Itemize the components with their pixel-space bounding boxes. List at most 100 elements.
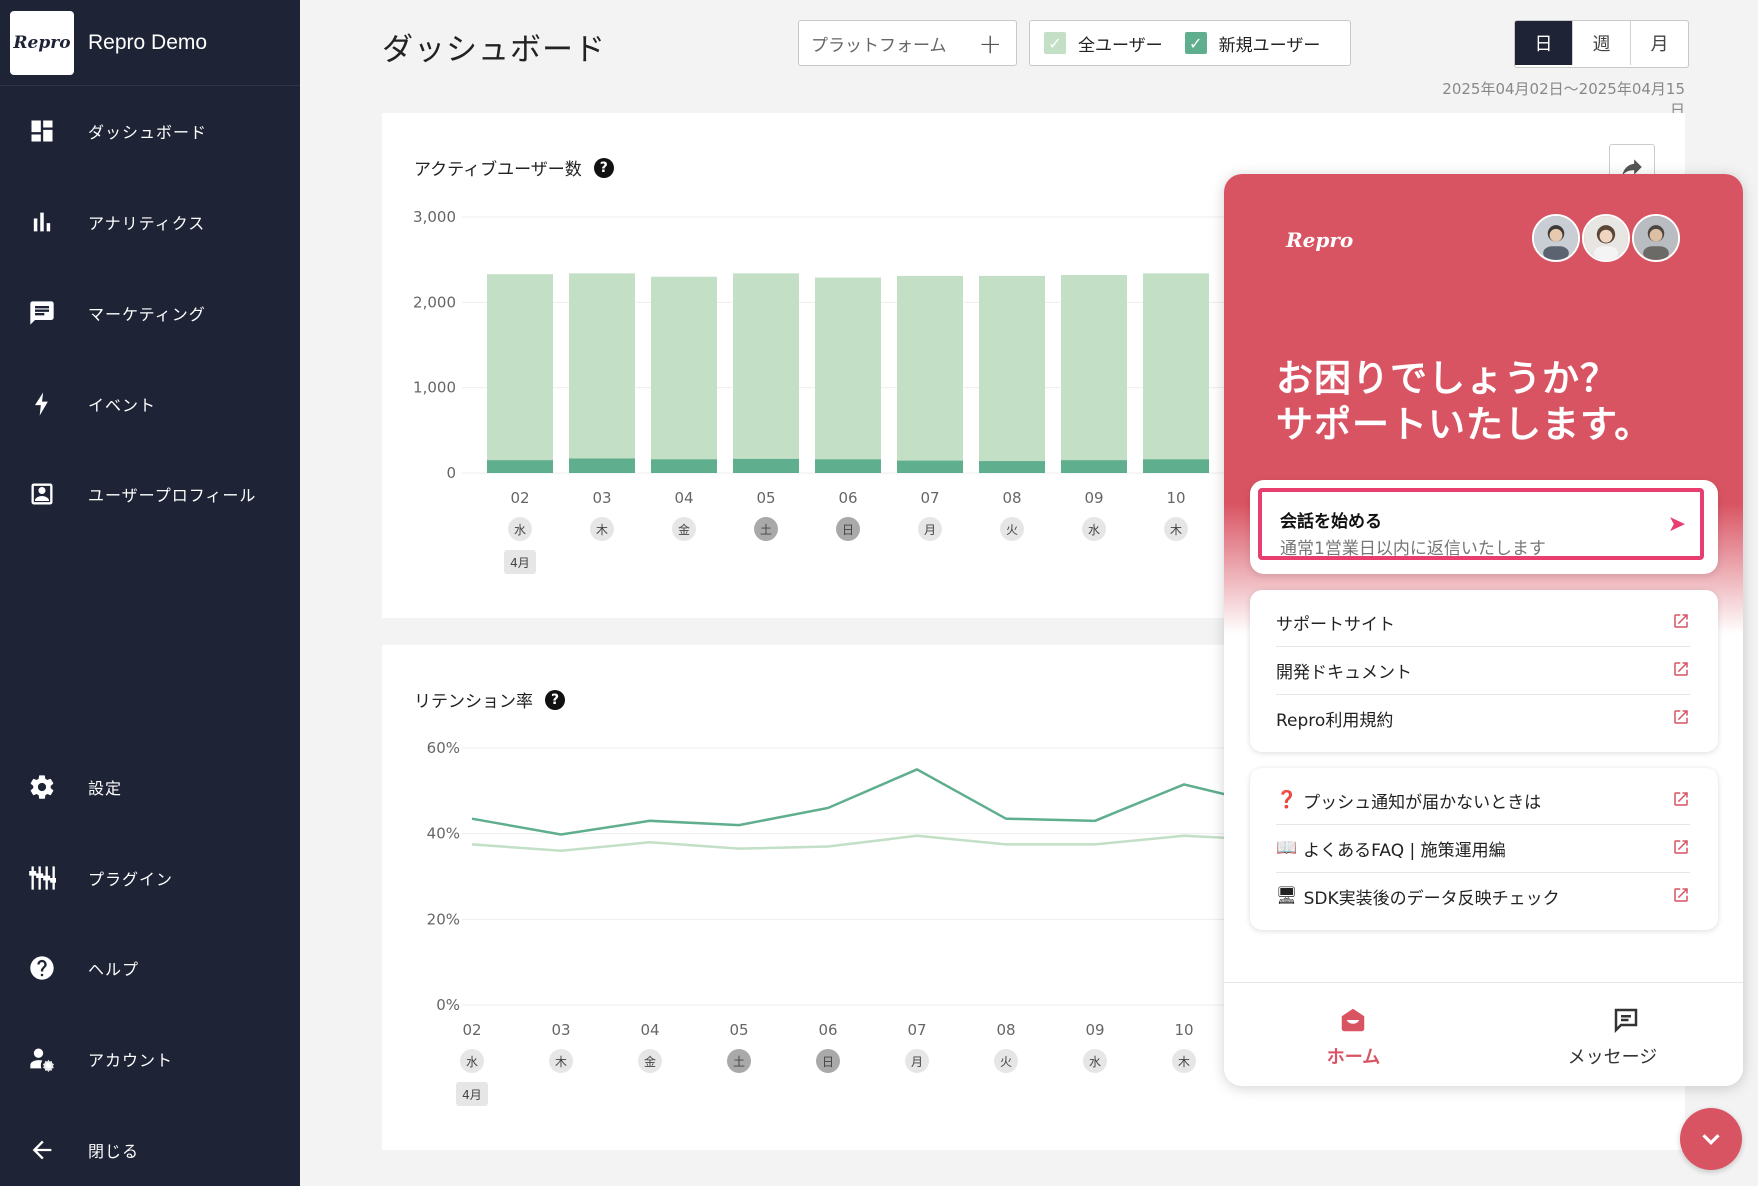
weekday-label: 水 [1089,1055,1101,1069]
x-tick-label: 06 [818,1021,837,1039]
bolt-icon [35,392,48,416]
period-day-button[interactable]: 日 [1515,21,1572,65]
start-conversation-button[interactable]: 会話を始める 通常1営業日以内に返信いたします ➤ [1258,488,1704,560]
bar-new-users [487,460,553,473]
support-close-button[interactable] [1680,1108,1742,1170]
profile-icon [31,483,53,505]
arrow-left-icon [32,1140,52,1160]
y-tick-label: 40% [427,825,460,843]
send-icon: ➤ [1667,512,1686,537]
sidebar-item-user-profile[interactable]: ユーザープロフィール [0,464,300,524]
bar-new-users [569,458,635,473]
sidebar-item-marketing[interactable]: マーケティング [0,283,300,343]
home-icon [1341,1008,1365,1032]
sidebar-item-settings[interactable]: 設定 [0,757,300,817]
new-users-label: 新規ユーザー [1218,35,1321,56]
support-tabbar: ホーム メッセージ [1224,982,1743,1086]
dashboard-icon [31,120,53,142]
platform-filter-button[interactable]: プラットフォーム + [798,20,1017,66]
link-support-site[interactable]: サポートサイト [1276,598,1690,647]
chat-subtitle: 通常1営業日以内に返信いたします [1280,539,1546,559]
sidebar-item-label: ユーザープロフィール [88,486,257,505]
sidebar-item-plugins[interactable]: プラグイン [0,848,300,908]
x-tick-label: 09 [1084,489,1103,507]
sidebar-item-dashboard[interactable]: ダッシュボード [0,101,300,161]
x-tick-label: 08 [1002,489,1021,507]
sidebar-item-label: プラグイン [88,870,174,889]
plus-icon: + [978,26,1002,60]
all-users-checkbox[interactable]: ✓ [1044,32,1066,54]
bar-all-users [733,273,799,473]
resource-links: サポートサイト 開発ドキュメント Repro利用規約 [1250,590,1718,752]
support-headline: お困りでしょうか？ サポートいたします。 [1276,356,1652,448]
help-articles: ❓ プッシュ通知が届かないときは 📖 よくあるFAQ | 施策運用編 🖥 SDK… [1250,768,1718,930]
bar-new-users [897,460,963,473]
external-link-icon [1674,888,1688,902]
link-terms[interactable]: Repro利用規約 [1276,694,1690,742]
weekday-label: 月 [911,1055,923,1069]
new-users-checkbox[interactable]: ✓ [1184,32,1207,54]
sidebar-item-label: アカウント [88,1051,174,1070]
x-tick-label: 10 [1166,489,1185,507]
repro-logo[interactable]: Repro [10,10,74,75]
weekday-label: 水 [514,523,526,537]
bar-new-users [733,458,799,473]
bar-all-users [979,275,1045,473]
bar-all-users [897,275,963,473]
x-tick-label: 08 [996,1021,1015,1039]
article-label: よくあるFAQ | 施策運用編 [1303,840,1506,861]
sidebar-item-label: イベント [88,396,157,415]
start-conversation-card[interactable]: 会話を始める 通常1営業日以内に返信いたします ➤ [1250,480,1718,574]
sidebar-item-label: ヘルプ [88,960,140,979]
bar-all-users [1061,275,1127,473]
weekday-label: 金 [678,522,690,537]
article-label: プッシュ通知が届かないときは [1303,792,1542,813]
article-sdk-check[interactable]: 🖥 SDK実装後のデータ反映チェック [1276,872,1690,920]
sidebar-item-account[interactable]: アカウント [0,1029,300,1089]
gear-icon [30,775,54,799]
brand-header: Repro Repro Demo [0,0,300,86]
bar-all-users [487,274,553,473]
weekday-label: 火 [1006,523,1018,537]
line-all-users [471,834,1224,853]
chevron-down-icon [1702,1134,1720,1145]
x-tick-label: 05 [729,1021,748,1039]
y-tick-label: 1,000 [413,379,456,397]
x-tick-label: 07 [920,489,939,507]
weekday-label: 水 [466,1055,478,1069]
sidebar-item-help[interactable]: ヘルプ [0,938,300,998]
sidebar-item-close[interactable]: 閉じる [0,1120,300,1180]
y-tick-label: 20% [427,910,460,928]
tab-home-label: ホーム [1326,1047,1381,1068]
article-push-not-delivered[interactable]: ❓ プッシュ通知が届かないときは [1276,776,1690,825]
sidebar-item-label: アナリティクス [88,214,206,233]
platform-filter-label: プラットフォーム [811,35,947,56]
agent-avatar [1582,214,1630,262]
link-developer-docs[interactable]: 開発ドキュメント [1276,646,1690,695]
article-faq[interactable]: 📖 よくあるFAQ | 施策運用編 [1276,824,1690,873]
support-logo: Repro [1286,228,1354,252]
bar-all-users [569,273,635,473]
period-week-button[interactable]: 週 [1572,21,1630,65]
weekday-label: 木 [1170,523,1182,537]
sidebar-item-analytics[interactable]: アナリティクス [0,192,300,252]
bar-new-users [1061,460,1127,473]
active-users-chart: 3,000 2,000 1,000 0 02 水 03 木 04 金 05 土 06 日 07 月 08 火 09 水… [413,208,1224,574]
external-link-icon [1674,792,1688,806]
sidebar-item-events[interactable]: イベント [0,374,300,434]
period-month-button[interactable]: 月 [1630,21,1688,65]
sidebar-item-label: ダッシュボード [88,123,208,142]
bar-new-users [1143,459,1209,473]
line-new-users [471,768,1224,836]
tab-messages[interactable]: メッセージ [1483,983,1742,1086]
bar-all-users [651,276,717,473]
link-label: Repro利用規約 [1276,710,1394,731]
tab-home[interactable]: ホーム [1224,983,1483,1086]
external-link-icon [1674,614,1688,628]
x-tick-label: 06 [838,489,857,507]
plugin-icon [29,866,56,890]
app-name: Repro Demo [88,30,208,54]
x-tick-label: 02 [462,1021,481,1039]
weekday-label: 土 [760,523,772,537]
y-tick-label: 3,000 [413,208,456,226]
